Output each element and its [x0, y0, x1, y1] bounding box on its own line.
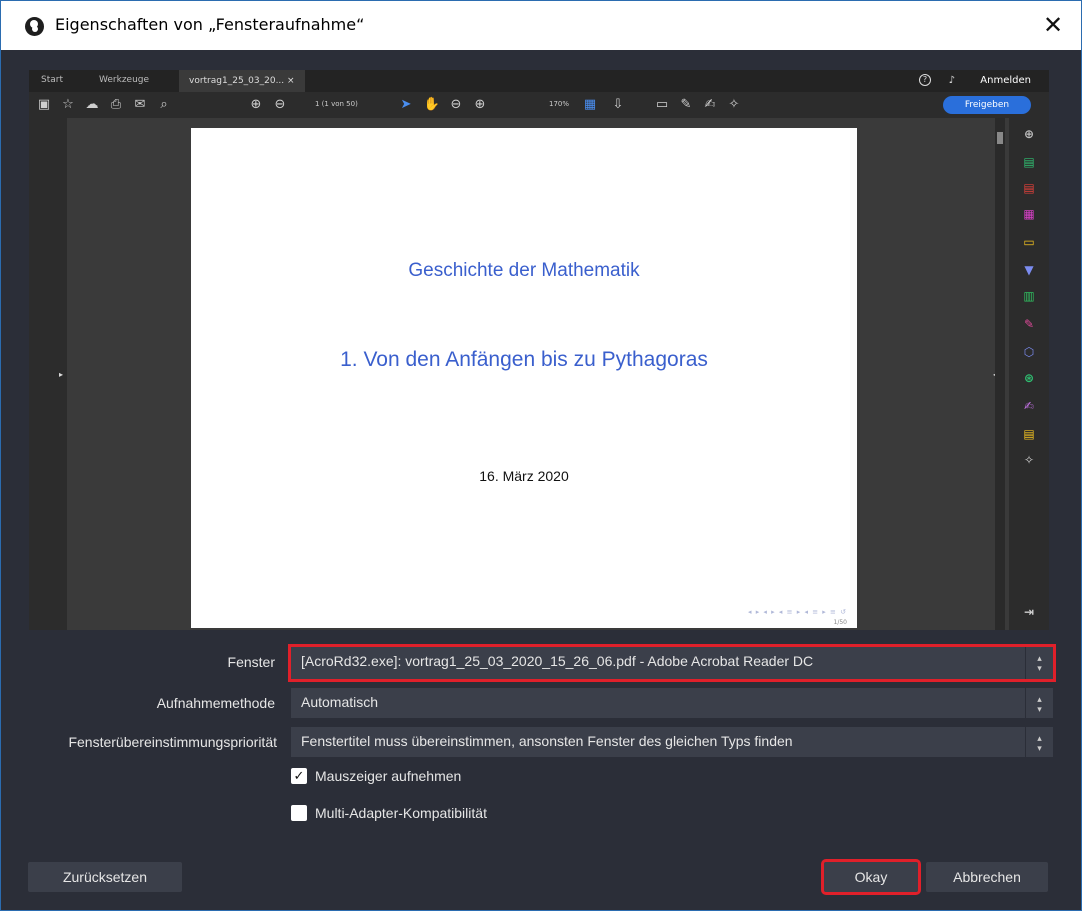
zoom-value: 170% — [549, 100, 570, 108]
help-icon: ? — [919, 74, 931, 86]
expand-left-icon: ▸ — [59, 370, 64, 379]
stamp-icon: ✧ — [728, 97, 740, 112]
more-tools-icon: ▤ — [1023, 427, 1035, 441]
checkbox-unchecked-icon[interactable] — [291, 805, 307, 821]
preview-scrollbar — [995, 118, 1005, 630]
properties-dialog: Start Werkzeuge vortrag1_25_03_20... × ?… — [0, 50, 1082, 911]
left-panel: ▸ — [29, 118, 67, 630]
capture-preview: Start Werkzeuge vortrag1_25_03_20... × ?… — [29, 70, 1049, 630]
cloud-upload-icon: ☁ — [85, 97, 99, 112]
window-titlebar: Eigenschaften von „Fensteraufnahme“ ✕ — [0, 0, 1082, 50]
zoom-in-icon: ⊕ — [474, 97, 486, 112]
window-label: Fenster — [227, 654, 275, 670]
zoom-icon: ⊕ — [1023, 127, 1035, 141]
tab-document: vortrag1_25_03_20... × — [179, 70, 305, 92]
window-select-value: [AcroRd32.exe]: vortrag1_25_03_2020_15_2… — [301, 653, 814, 669]
tab-tools: Werkzeuge — [99, 75, 150, 85]
document-page-number: 1/50 — [833, 619, 847, 626]
match-priority-label: Fensterübereinstimmungspriorität — [68, 734, 277, 750]
page-up-icon: ⊕ — [250, 97, 262, 112]
save-icon: ▣ — [37, 97, 51, 112]
document-page: Geschichte der Mathematik 1. Von den Anf… — [191, 128, 857, 628]
page-down-icon: ⊖ — [274, 97, 286, 112]
fill-sign-icon: ✎ — [1023, 317, 1035, 331]
beamer-nav-icons: ◂ ▸ ◂ ▸ ◂ ≡ ▸ ◂ ≡ ▸ ≡ ↺ — [747, 608, 847, 616]
export-pdf-icon: ▤ — [1023, 155, 1035, 169]
checkbox-checked-icon[interactable]: ✓ — [291, 768, 307, 784]
create-pdf-icon: ▤ — [1023, 181, 1035, 195]
hand-icon: ✋ — [423, 97, 441, 112]
page-indicator: 1 (1 von 50) — [315, 100, 358, 108]
multi-adapter-label: Multi-Adapter-Kompatibilität — [315, 805, 487, 821]
document-date: 16. März 2020 — [479, 468, 569, 484]
sign-icon: ✍ — [1023, 399, 1035, 413]
spinner-icon: ▴ ▾ — [1025, 647, 1053, 679]
tab-start: Start — [41, 75, 63, 85]
bell-icon: ♪ — [948, 75, 955, 86]
draw-icon: ✍ — [704, 97, 716, 112]
certificates-icon: ✧ — [1023, 453, 1035, 467]
star-icon: ☆ — [62, 97, 74, 112]
collapse-panel-icon: ⇥ — [1023, 605, 1035, 619]
scroll-mode-icon: ⇩ — [612, 97, 624, 112]
print-icon: ⎙ — [110, 97, 122, 112]
close-icon[interactable]: ✕ — [1035, 10, 1071, 42]
capture-method-value: Automatisch — [301, 694, 379, 710]
ok-button[interactable]: Okay — [821, 859, 921, 895]
tab-close-icon: × — [287, 76, 295, 86]
preview-toolbar: ▣ ☆ ☁ ⎙ ✉ ⌕ ⊕ ⊖ 1 (1 von 50) ➤ ✋ ⊖ ⊕ 170… — [29, 92, 1049, 118]
spinner-icon: ▴ ▾ — [1025, 727, 1053, 757]
zoom-out-icon: ⊖ — [450, 97, 462, 112]
capture-method-select[interactable]: Automatisch ▴ ▾ — [291, 688, 1053, 718]
document-subtitle: 1. Von den Anfängen bis zu Pythagoras — [340, 348, 708, 371]
highlight-icon: ✎ — [680, 97, 692, 112]
cancel-button[interactable]: Abbrechen — [926, 862, 1048, 892]
comment-icon: ▭ — [1023, 235, 1035, 249]
account-label: Anmelden — [980, 75, 1031, 86]
window-select[interactable]: [AcroRd32.exe]: vortrag1_25_03_2020_15_2… — [288, 644, 1056, 682]
spinner-icon: ▴ ▾ — [1025, 688, 1053, 718]
mail-icon: ✉ — [134, 97, 146, 112]
search-icon: ⌕ — [160, 97, 168, 112]
optimize-icon: ⊛ — [1023, 371, 1035, 385]
obs-logo-icon — [25, 17, 44, 36]
capture-method-label: Aufnahmemethode — [156, 695, 275, 711]
match-priority-value: Fenstertitel muss übereinstimmen, ansons… — [301, 733, 793, 749]
right-tool-panel: ⊕ ▤ ▤ ▦ ▭ ▼ ▥ ✎ ⬡ ⊛ ✍ ▤ ✧ ⇥ — [1009, 118, 1049, 630]
reset-button[interactable]: Zurücksetzen — [28, 862, 182, 892]
comment-icon: ▭ — [655, 97, 669, 112]
send-icon: ▼ — [1024, 263, 1034, 277]
window-title: Eigenschaften von „Fensteraufnahme“ — [55, 15, 365, 34]
document-title: Geschichte der Mathematik — [408, 260, 640, 281]
share-button: Freigeben — [943, 96, 1031, 114]
cursor-icon: ➤ — [400, 97, 412, 112]
protect-icon: ⬡ — [1023, 345, 1035, 359]
preview-tabbar: Start Werkzeuge vortrag1_25_03_20... × ?… — [29, 70, 1049, 92]
match-priority-select[interactable]: Fenstertitel muss übereinstimmen, ansons… — [291, 727, 1053, 757]
organize-pages-icon: ▦ — [1023, 207, 1035, 221]
capture-cursor-label: Mauszeiger aufnehmen — [315, 768, 462, 784]
edit-pdf-icon: ▥ — [1023, 289, 1035, 303]
fit-page-icon: ▦ — [583, 97, 597, 112]
